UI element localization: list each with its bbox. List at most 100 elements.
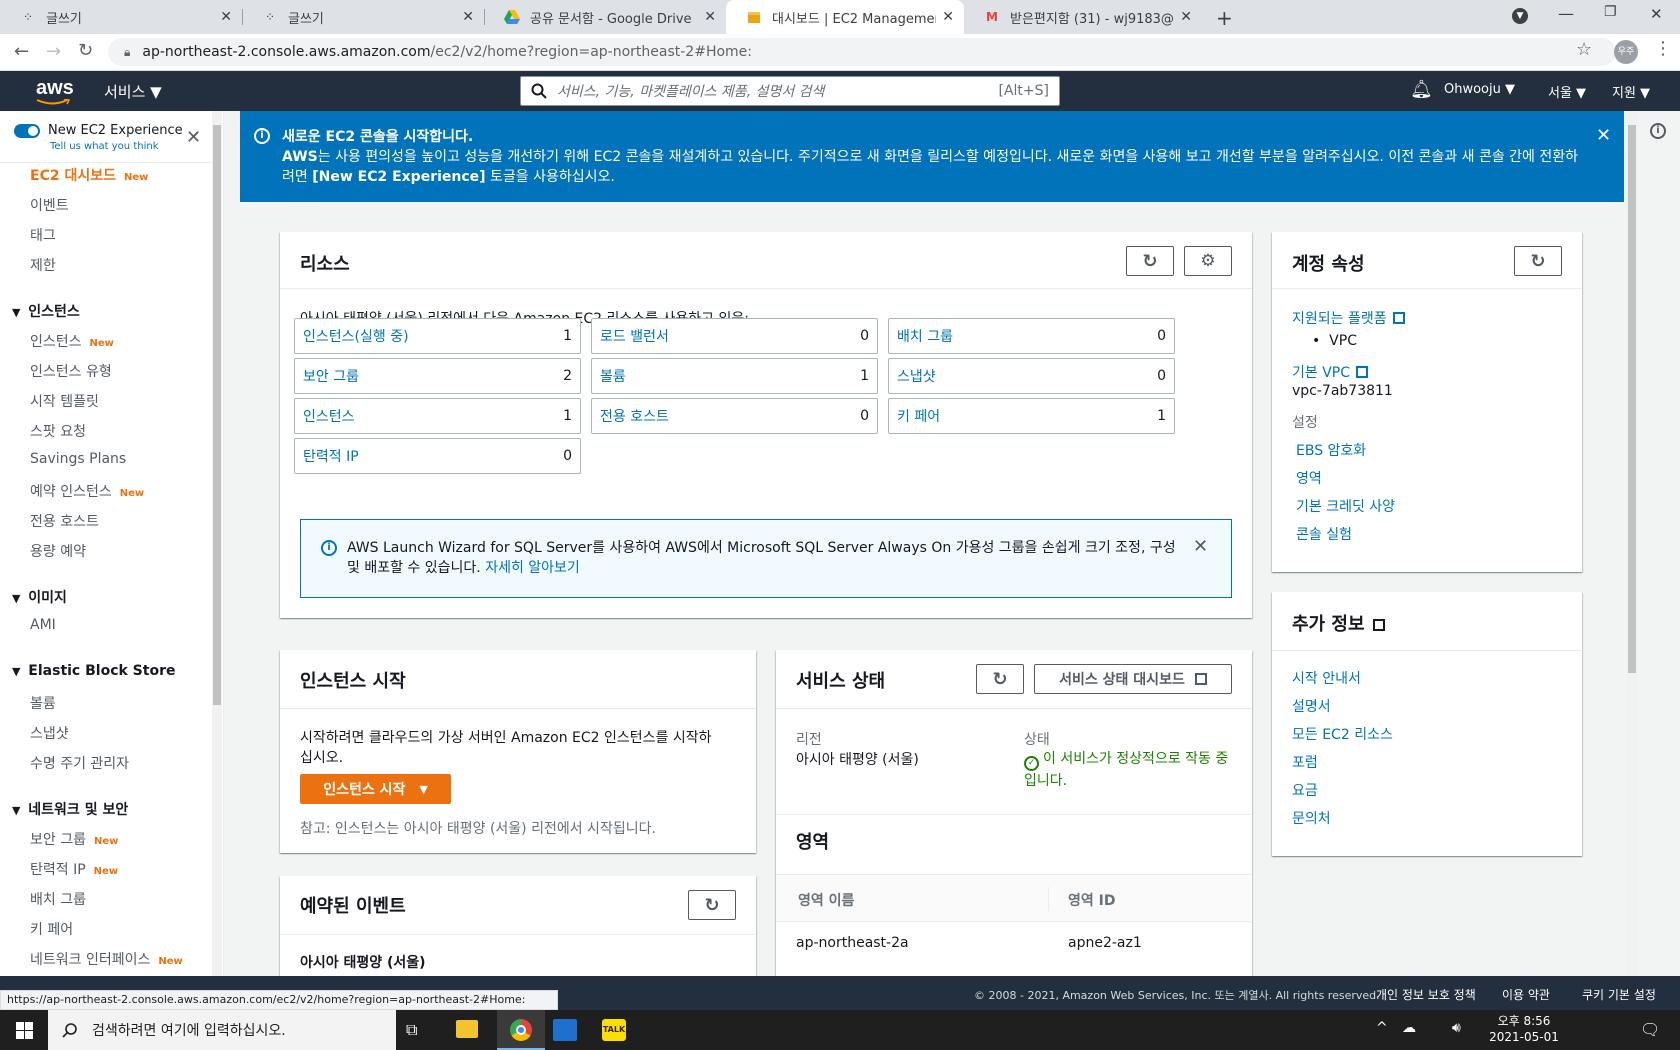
launch-instance-button[interactable]: 인스턴스 시작 ▼ bbox=[300, 774, 451, 804]
info-panel-icon[interactable]: i bbox=[1650, 123, 1666, 139]
sidebar-item[interactable]: 탄력적 IP New bbox=[30, 859, 118, 879]
resource-label[interactable]: 탄력적 IP bbox=[303, 446, 359, 466]
refresh-button[interactable]: ↻ bbox=[976, 664, 1024, 694]
close-icon[interactable]: ✕ bbox=[1193, 536, 1208, 557]
reload-icon[interactable]: ↻ bbox=[78, 40, 93, 61]
resource-label[interactable]: 스냅샷 bbox=[897, 366, 936, 386]
sidebar-item[interactable]: 스냅샷 bbox=[30, 723, 69, 743]
close-icon[interactable]: ✕ bbox=[704, 9, 716, 25]
more-info-link[interactable]: 모든 EC2 리소스 bbox=[1292, 724, 1393, 744]
account-menu[interactable]: Ohwooju ▼ bbox=[1444, 82, 1515, 97]
refresh-button[interactable]: ↻ bbox=[1126, 246, 1174, 276]
account-setting-link[interactable]: 기본 크레딧 사양 bbox=[1296, 496, 1395, 516]
service-health-dashboard-button[interactable]: 서비스 상태 대시보드 bbox=[1034, 664, 1232, 694]
sidebar-item[interactable]: 제한 bbox=[30, 255, 56, 275]
task-view-icon[interactable]: ⧉ bbox=[406, 1020, 417, 1040]
new-tab-icon[interactable]: + bbox=[1216, 6, 1233, 30]
sidebar-item[interactable]: Savings Plans bbox=[30, 451, 126, 467]
sidebar-section-header[interactable]: ▼ 네트워크 및 보안 bbox=[12, 799, 128, 819]
sidebar-scrollbar[interactable] bbox=[212, 111, 222, 976]
browser-tab-2[interactable]: ⁘ 글쓰기 ✕ bbox=[242, 0, 484, 34]
more-info-link[interactable]: 설명서 bbox=[1292, 696, 1331, 716]
sidebar-section-header[interactable]: ▼ 인스턴스 bbox=[12, 301, 80, 321]
file-explorer-icon[interactable] bbox=[456, 1020, 478, 1038]
main-scrollbar[interactable] bbox=[1626, 111, 1638, 976]
new-ec2-experience-toggle[interactable] bbox=[14, 124, 40, 138]
browser-tab-3[interactable]: 공유 문서함 - Google Drive ✕ bbox=[484, 0, 726, 34]
resource-label[interactable]: 보안 그룹 bbox=[303, 366, 359, 386]
sidebar-item[interactable]: 이벤트 bbox=[30, 195, 69, 215]
browser-tab-5[interactable]: M 받은편지함 (31) - wj9183@gmail ✕ bbox=[964, 0, 1202, 34]
more-info-link[interactable]: 요금 bbox=[1292, 780, 1318, 800]
more-info-link[interactable]: 시작 안내서 bbox=[1292, 668, 1361, 688]
url-field[interactable]: 🔒︎ ap-northeast-2.console.aws.amazon.com… bbox=[108, 38, 1616, 66]
sidebar-item[interactable]: 인스턴스 New bbox=[30, 331, 114, 351]
resource-tile[interactable]: 탄력적 IP 0 bbox=[294, 438, 581, 474]
account-setting-link[interactable]: 영역 bbox=[1296, 468, 1322, 488]
learn-more-link[interactable]: 자세히 알아보기 bbox=[485, 560, 580, 576]
account-setting-link[interactable]: EBS 암호화 bbox=[1296, 440, 1366, 460]
resource-tile[interactable]: 인스턴스 1 bbox=[294, 398, 581, 434]
sidebar-item[interactable]: 배치 그룹 bbox=[30, 889, 86, 909]
feedback-link[interactable]: Tell us what you think bbox=[50, 141, 159, 152]
back-icon[interactable]: ← bbox=[14, 41, 29, 62]
resource-tile[interactable]: 배치 그룹 0 bbox=[888, 318, 1175, 354]
resource-tile[interactable]: 로드 밸런서 0 bbox=[591, 318, 878, 354]
taskbar-search[interactable]: 검색하려면 여기에 입력하십시오. bbox=[48, 1010, 396, 1050]
menu-kebab-icon[interactable]: ⋮ bbox=[1654, 38, 1672, 59]
sidebar-item[interactable]: EC2 대시보드 New bbox=[30, 165, 148, 185]
window-close-icon[interactable]: ✕ bbox=[1650, 5, 1663, 23]
global-search[interactable]: 서비스, 기능, 마켓플레이스 제품, 설명서 검색 [Alt+S] bbox=[520, 76, 1060, 106]
resource-label[interactable]: 로드 밸런서 bbox=[600, 326, 669, 346]
sidebar-item[interactable]: 키 페어 bbox=[30, 919, 73, 939]
resource-tile[interactable]: 키 페어 1 bbox=[888, 398, 1175, 434]
sidebar-section-header[interactable]: ▼ 이미지 bbox=[12, 587, 67, 607]
sidebar-item[interactable]: 인스턴스 유형 bbox=[30, 361, 112, 381]
sidebar-section-header[interactable]: ▼ Elastic Block Store bbox=[12, 663, 175, 679]
sidebar-item[interactable]: 수명 주기 관리자 bbox=[30, 753, 129, 773]
resource-tile[interactable]: 인스턴스(실행 중) 1 bbox=[294, 318, 581, 354]
sidebar-item[interactable]: 시작 템플릿 bbox=[30, 391, 99, 411]
close-icon[interactable]: ✕ bbox=[1596, 125, 1611, 146]
close-icon[interactable]: ✕ bbox=[186, 127, 201, 148]
refresh-button[interactable]: ↻ bbox=[688, 890, 736, 920]
profile-avatar[interactable]: 우주 bbox=[1614, 40, 1638, 64]
tray-chevron-icon[interactable]: ^ bbox=[1376, 1020, 1388, 1036]
sidebar-item[interactable]: 보안 그룹 New bbox=[30, 829, 118, 849]
settings-button[interactable]: ⚙ bbox=[1184, 246, 1232, 276]
more-info-link[interactable]: 포럼 bbox=[1292, 752, 1318, 772]
resource-label[interactable]: 볼륨 bbox=[600, 366, 626, 386]
close-icon[interactable]: ✕ bbox=[1180, 9, 1192, 25]
resource-tile[interactable]: 볼륨 1 bbox=[591, 358, 878, 394]
support-menu[interactable]: 지원 ▼ bbox=[1612, 82, 1650, 101]
sidebar-item[interactable]: 태그 bbox=[30, 225, 56, 245]
sidebar-item[interactable]: 예약 인스턴스 New bbox=[30, 481, 144, 501]
refresh-button[interactable]: ↻ bbox=[1514, 246, 1562, 276]
default-vpc-link[interactable]: 기본 VPC bbox=[1292, 362, 1369, 382]
resource-label[interactable]: 인스턴스 bbox=[303, 406, 355, 426]
resource-label[interactable]: 전용 호스트 bbox=[600, 406, 669, 426]
minimize-icon[interactable]: — bbox=[1558, 4, 1574, 23]
more-info-link[interactable]: 문의처 bbox=[1292, 808, 1331, 828]
account-setting-link[interactable]: 콘솔 실험 bbox=[1296, 524, 1352, 544]
resource-label[interactable]: 키 페어 bbox=[897, 406, 940, 426]
cookies-link[interactable]: 쿠키 기본 설정 bbox=[1582, 986, 1656, 1003]
browser-tab-1[interactable]: ⁘ 글쓰기 ✕ bbox=[0, 0, 242, 34]
bookmark-star-icon[interactable]: ☆ bbox=[1576, 39, 1592, 60]
browser-tab-4-active[interactable]: 대시보드 | EC2 Management Co ✕ bbox=[726, 0, 964, 34]
notification-bell-icon[interactable]: 🔔︎ bbox=[1410, 79, 1433, 100]
forward-icon[interactable]: → bbox=[46, 41, 61, 62]
sidebar-item[interactable]: 볼륨 bbox=[30, 693, 56, 713]
taskbar-clock[interactable]: 오후 8:56 2021-05-01 bbox=[1484, 1013, 1564, 1045]
notification-center-icon[interactable]: 🗨︎ bbox=[1640, 1020, 1660, 1039]
supported-platforms-link[interactable]: 지원되는 플랫폼 bbox=[1292, 308, 1405, 328]
close-icon[interactable]: ✕ bbox=[462, 9, 474, 25]
aws-logo[interactable]: aws bbox=[36, 77, 74, 100]
windows-start-icon[interactable] bbox=[16, 1022, 33, 1039]
services-menu[interactable]: 서비스 ▼ bbox=[104, 81, 162, 102]
tray-network-icon[interactable]: ☁ bbox=[1402, 1020, 1416, 1036]
tray-volume-icon[interactable]: 🔊︎ bbox=[1452, 1020, 1461, 1036]
region-menu[interactable]: 서울 ▼ bbox=[1548, 82, 1586, 101]
chrome-taskbar-button[interactable] bbox=[497, 1010, 545, 1050]
tab-search-icon[interactable]: ▼ bbox=[1512, 8, 1528, 24]
